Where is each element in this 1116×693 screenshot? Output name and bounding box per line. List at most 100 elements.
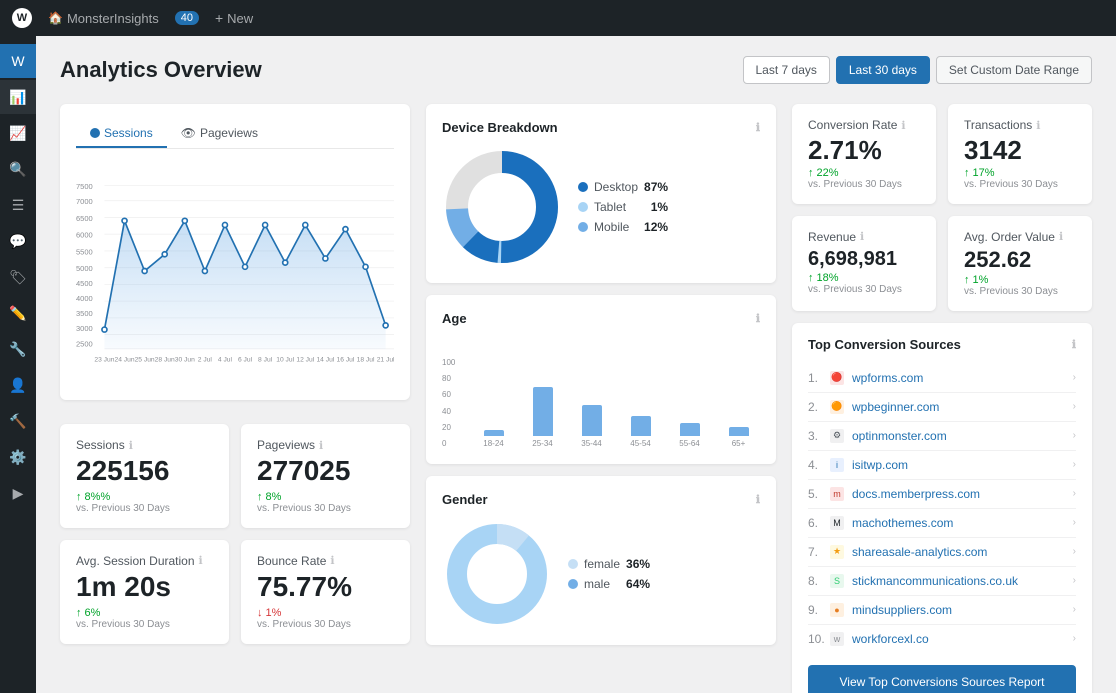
sidebar-item-wrench[interactable]: 🔨	[0, 404, 36, 438]
sidebar-item-chat[interactable]: 💬	[0, 224, 36, 258]
gender-donut-chart	[442, 519, 552, 629]
site-name-label: MonsterInsights	[67, 11, 159, 26]
gender-card: Gender ℹ	[426, 476, 776, 645]
sidebar-item-user[interactable]: 👤	[0, 368, 36, 402]
conversion-sources-info-icon[interactable]: ℹ	[1072, 338, 1076, 351]
sidebar-item-tools[interactable]: 🔧	[0, 332, 36, 366]
chevron-icon-6[interactable]: ›	[1073, 517, 1076, 528]
svg-text:25 Jun: 25 Jun	[135, 356, 155, 363]
avg-session-info-icon[interactable]: ℹ	[199, 554, 203, 567]
svg-text:30 Jun: 30 Jun	[175, 356, 195, 363]
conversion-item-8: 8. S stickmancommunications.co.uk ›	[808, 567, 1076, 596]
chevron-icon-1[interactable]: ›	[1073, 372, 1076, 383]
bounce-stat-vs: vs. Previous 30 Days	[257, 619, 394, 630]
custom-date-button[interactable]: Set Custom Date Range	[936, 56, 1092, 84]
wp-logo[interactable]: W	[12, 8, 32, 28]
view-report-button[interactable]: View Top Conversions Sources Report	[808, 665, 1076, 693]
chevron-icon-5[interactable]: ›	[1073, 488, 1076, 499]
sessions-stat-change: ↑ 8%%	[76, 491, 213, 503]
conversion-item-4: 4. i isitwp.com ›	[808, 451, 1076, 480]
tab-sessions[interactable]: Sessions	[76, 120, 167, 148]
memberpress-icon: m	[830, 487, 844, 501]
desktop-pct: 87%	[644, 180, 668, 194]
male-pct: 64%	[626, 577, 650, 591]
sidebar-item-play[interactable]: ▶	[0, 476, 36, 510]
sidebar-item-tag[interactable]: 🏷	[0, 260, 36, 294]
mobile-legend-dot	[578, 222, 588, 232]
page-title: Analytics Overview	[60, 57, 262, 83]
revenue-info-icon[interactable]: ℹ	[860, 230, 864, 243]
conversion-item-7: 7. ★ shareasale-analytics.com ›	[808, 538, 1076, 567]
isitwp-icon: i	[830, 458, 844, 472]
avg-session-stat-change: ↑ 6%	[76, 607, 213, 619]
female-legend-dot	[568, 559, 578, 569]
chevron-icon-9[interactable]: ›	[1073, 604, 1076, 615]
comment-badge[interactable]: 40	[175, 11, 199, 25]
revenue-value: 6,698,981	[808, 248, 920, 270]
tab-pageviews[interactable]: 👁 Pageviews	[167, 120, 272, 148]
avg-order-label: Avg. Order Value ℹ	[964, 230, 1076, 244]
chevron-icon-10[interactable]: ›	[1073, 633, 1076, 644]
age-bars: 18-24 25-34 35-44	[472, 358, 760, 448]
sidebar-item-analytics[interactable]: 📊	[0, 80, 36, 114]
age-chart-container: 100 80 60 40 20 0 18-24	[442, 338, 760, 448]
svg-text:24 Jun: 24 Jun	[114, 356, 134, 363]
chevron-icon-4[interactable]: ›	[1073, 459, 1076, 470]
last-7-days-button[interactable]: Last 7 days	[743, 56, 830, 84]
device-info-icon[interactable]: ℹ	[756, 121, 760, 134]
pageviews-info-icon[interactable]: ℹ	[319, 439, 323, 452]
new-button[interactable]: + New	[215, 10, 253, 26]
date-controls: Last 7 days Last 30 days Set Custom Date…	[743, 56, 1093, 84]
chevron-icon-7[interactable]: ›	[1073, 546, 1076, 557]
revenue-vs: vs. Previous 30 Days	[808, 284, 920, 295]
layout: W 📊 📈 🔍 ☰ 💬 🏷 ✏️ 🔧 👤 🔨 ⚙️ ▶ Analytics Ov…	[0, 36, 1116, 693]
sidebar-item-gear[interactable]: ⚙️	[0, 440, 36, 474]
tablet-legend-dot	[578, 202, 588, 212]
chevron-icon-3[interactable]: ›	[1073, 430, 1076, 441]
svg-text:3000: 3000	[76, 324, 93, 333]
sessions-stat-card: Sessions ℹ 225156 ↑ 8%% vs. Previous 30 …	[60, 424, 229, 528]
avg-session-stat-vs: vs. Previous 30 Days	[76, 619, 213, 630]
avg-order-card: Avg. Order Value ℹ 252.62 ↑ 1% vs. Previ…	[948, 216, 1092, 311]
bounce-info-icon[interactable]: ℹ	[330, 554, 334, 567]
chevron-icon-2[interactable]: ›	[1073, 401, 1076, 412]
age-bar-35-44	[582, 405, 602, 437]
conversion-rate-info-icon[interactable]: ℹ	[901, 119, 905, 132]
sidebar-item-wp[interactable]: W	[0, 44, 36, 78]
mindsuppliers-icon: ●	[830, 603, 844, 617]
age-info-icon[interactable]: ℹ	[756, 312, 760, 325]
donut-container: Desktop 87% Tablet 1% Mobile	[442, 147, 760, 267]
desktop-legend-item: Desktop 87%	[578, 180, 668, 194]
svg-text:23 Jun: 23 Jun	[94, 356, 114, 363]
transactions-change: ↑ 17%	[964, 167, 1076, 179]
sessions-info-icon[interactable]: ℹ	[129, 439, 133, 452]
chevron-icon-8[interactable]: ›	[1073, 575, 1076, 586]
sidebar-item-reports[interactable]: 📈	[0, 116, 36, 150]
svg-text:18 Jul: 18 Jul	[357, 356, 375, 363]
svg-text:3500: 3500	[76, 309, 93, 318]
chart-tabs: Sessions 👁 Pageviews	[76, 120, 394, 149]
age-y-axis: 100 80 60 40 20 0	[442, 358, 464, 448]
age-label-65plus: 65+	[732, 439, 746, 448]
machothemes-icon: M	[830, 516, 844, 530]
male-legend-item: male 64%	[568, 577, 650, 591]
new-label: New	[227, 11, 253, 26]
eye-icon: 👁	[181, 126, 196, 140]
sidebar-item-pencil[interactable]: ✏️	[0, 296, 36, 330]
conversion-item-2: 2. 🟠 wpbeginner.com ›	[808, 393, 1076, 422]
sidebar-item-search[interactable]: 🔍	[0, 152, 36, 186]
plus-icon: +	[215, 10, 223, 26]
age-card: Age ℹ 100 80 60 40 20 0	[426, 295, 776, 464]
sidebar-item-layers[interactable]: ☰	[0, 188, 36, 222]
avg-order-info-icon[interactable]: ℹ	[1059, 230, 1063, 243]
gender-donut-container: female 36% male 64%	[442, 519, 760, 629]
conversion-item-9: 9. ● mindsuppliers.com ›	[808, 596, 1076, 625]
conversion-item-3: 3. ⚙ optinmonster.com ›	[808, 422, 1076, 451]
gender-info-icon[interactable]: ℹ	[756, 493, 760, 506]
svg-text:7000: 7000	[76, 197, 93, 206]
shareasale-icon: ★	[830, 545, 844, 559]
transactions-info-icon[interactable]: ℹ	[1036, 119, 1040, 132]
last-30-days-button[interactable]: Last 30 days	[836, 56, 930, 84]
svg-text:21 Jul: 21 Jul	[377, 356, 394, 363]
sessions-stat-label: Sessions ℹ	[76, 438, 213, 452]
